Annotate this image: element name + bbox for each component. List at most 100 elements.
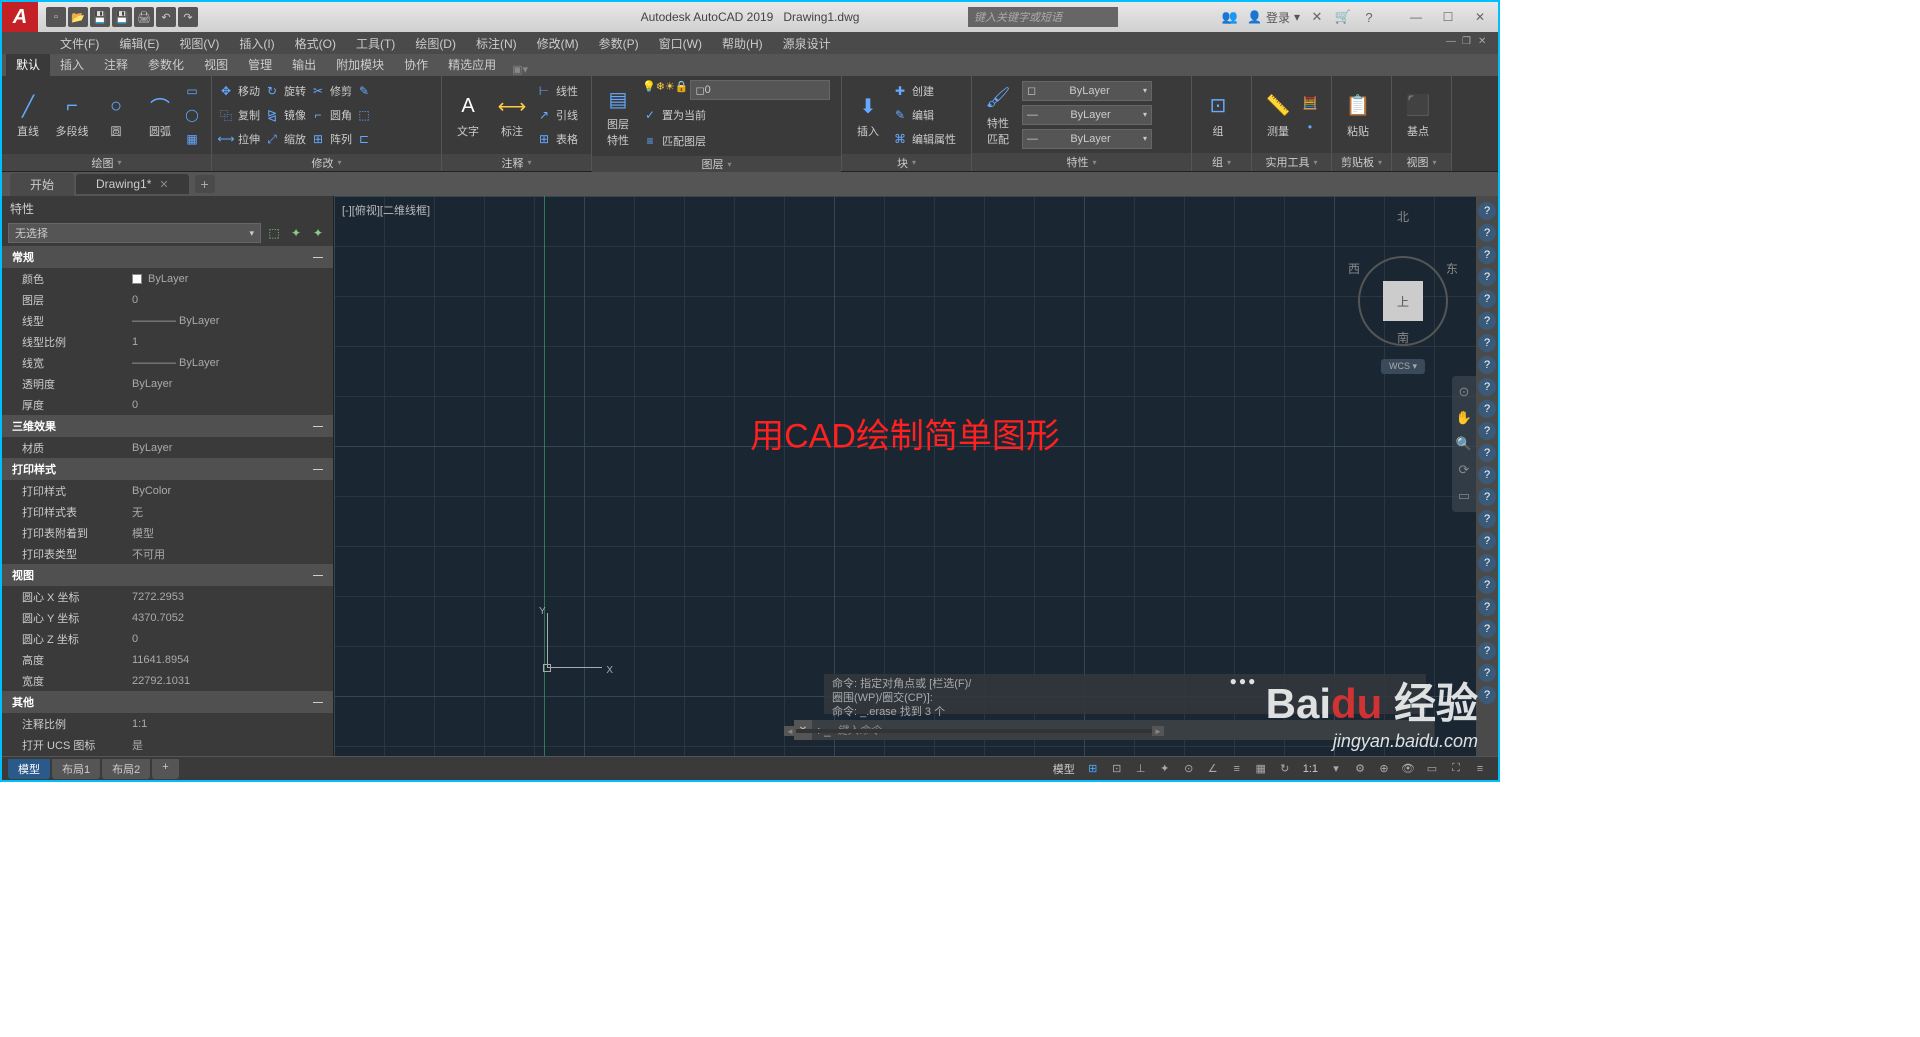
layout-tab-model[interactable]: 模型 [8, 759, 50, 779]
polar-toggle-icon[interactable]: ✦ [1155, 760, 1175, 778]
lineweight-dropdown[interactable]: — ByLayer [1022, 105, 1152, 125]
minimize-button[interactable]: — [1406, 9, 1426, 25]
help-bubble-icon[interactable]: ? [1478, 576, 1496, 594]
isolate-icon[interactable]: 👁 [1398, 760, 1418, 778]
viewcube-top[interactable]: 上 [1383, 281, 1423, 321]
linetype-button[interactable]: ⊢线性 [536, 80, 578, 102]
annotation-scale-icon[interactable]: ▾ [1326, 760, 1346, 778]
customize-icon[interactable]: ≡ [1470, 760, 1490, 778]
props-section-misc[interactable]: 其他 [2, 691, 333, 713]
help-bubble-icon[interactable]: ? [1478, 202, 1496, 220]
move-button[interactable]: ✥移动 [218, 80, 260, 102]
viewcube-north[interactable]: 北 [1397, 208, 1409, 225]
menu-yuanquan[interactable]: 源泉设计 [773, 33, 841, 54]
help-bubble-icon[interactable]: ? [1478, 356, 1496, 374]
leader-button[interactable]: ↗引线 [536, 104, 578, 126]
props-value[interactable]: 4370.7052 [132, 612, 323, 624]
array-button[interactable]: ⊞阵列 [310, 128, 352, 150]
ribbon-tab-featured[interactable]: 精选应用 [438, 53, 506, 76]
stretch-button[interactable]: ⟷拉伸 [218, 128, 260, 150]
hatch-button[interactable]: ▦ [184, 128, 200, 150]
help-bubble-icon[interactable]: ? [1478, 268, 1496, 286]
props-row[interactable]: 线宽———— ByLayer [2, 352, 333, 373]
fillet-button[interactable]: ⌐圆角 [310, 104, 352, 126]
props-row[interactable]: 打开 UCS 图标是 [2, 734, 333, 755]
props-value[interactable]: 1 [132, 336, 323, 348]
create-block-button[interactable]: ✚创建 [892, 80, 956, 102]
arc-button[interactable]: ⌒圆弧 [140, 91, 180, 139]
menu-draw[interactable]: 绘图(D) [405, 33, 466, 54]
help-bubble-icon[interactable]: ? [1478, 290, 1496, 308]
props-row[interactable]: 颜色ByLayer [2, 268, 333, 289]
props-row[interactable]: 线型比例1 [2, 331, 333, 352]
panel-label-modify[interactable]: 修改 [212, 154, 441, 171]
basepoint-button[interactable]: ⬛基点 [1398, 91, 1438, 139]
props-section-general[interactable]: 常规 [2, 246, 333, 268]
pan-icon[interactable]: ✋ [1454, 408, 1474, 428]
grid-toggle-icon[interactable]: ⊞ [1083, 760, 1103, 778]
add-tab-button[interactable]: + [195, 175, 215, 193]
qat-saveas-icon[interactable]: 💾 [112, 7, 132, 27]
snap-toggle-icon[interactable]: ⊡ [1107, 760, 1127, 778]
help-bubble-icon[interactable]: ? [1478, 686, 1496, 704]
ribbon-tab-addins[interactable]: 附加模块 [326, 53, 394, 76]
close-icon[interactable]: ✕ [159, 178, 168, 191]
group-button[interactable]: ⊡组 [1198, 91, 1238, 139]
transparency-icon[interactable]: ▦ [1251, 760, 1271, 778]
panel-label-group[interactable]: 组 [1192, 153, 1251, 171]
props-value[interactable]: ByLayer [132, 442, 323, 454]
help-bubble-icon[interactable]: ? [1478, 488, 1496, 506]
login-button[interactable]: 👤 登录 ▾ [1247, 9, 1300, 26]
help-bubble-icon[interactable]: ? [1478, 510, 1496, 528]
menu-dimension[interactable]: 标注(N) [466, 33, 527, 54]
props-value[interactable]: ByLayer [132, 273, 323, 285]
trim-button[interactable]: ✂修剪 [310, 80, 352, 102]
props-value[interactable]: 11641.8954 [132, 654, 323, 666]
ribbon-tab-view[interactable]: 视图 [194, 53, 238, 76]
viewcube-east[interactable]: 东 [1446, 260, 1458, 277]
layout-tab-2[interactable]: 布局2 [102, 759, 150, 779]
help-bubble-icon[interactable]: ? [1478, 422, 1496, 440]
insert-block-button[interactable]: ⬇插入 [848, 91, 888, 139]
wcs-badge[interactable]: WCS ▾ [1381, 359, 1425, 374]
showmotion-icon[interactable]: ▭ [1454, 486, 1474, 506]
props-row[interactable]: 圆心 Y 坐标4370.7052 [2, 607, 333, 628]
set-current-button[interactable]: ✓置为当前 [642, 104, 830, 126]
props-row[interactable]: 打印表类型不可用 [2, 543, 333, 564]
props-value[interactable]: 0 [132, 294, 323, 306]
help-icon[interactable]: ? [1360, 8, 1378, 26]
props-row[interactable]: 厚度0 [2, 394, 333, 415]
panel-label-annot[interactable]: 注释 [442, 154, 591, 171]
qat-redo-icon[interactable]: ↷ [178, 7, 198, 27]
layout-tab-add[interactable]: + [152, 759, 178, 779]
menu-file[interactable]: 文件(F) [50, 33, 109, 54]
qat-save-icon[interactable]: 💾 [90, 7, 110, 27]
clean-screen-icon[interactable]: ⛶ [1446, 760, 1466, 778]
panel-label-layer[interactable]: 图层 [592, 156, 841, 172]
help-bubble-icon[interactable]: ? [1478, 642, 1496, 660]
props-value[interactable]: 不可用 [132, 546, 323, 562]
menu-insert[interactable]: 插入(I) [229, 33, 284, 54]
match-layer-button[interactable]: ≡匹配图层 [642, 130, 830, 152]
maximize-button[interactable]: ☐ [1438, 9, 1458, 25]
props-value[interactable]: ByColor [132, 485, 323, 497]
props-section-fx3d[interactable]: 三维效果 [2, 415, 333, 437]
hardware-icon[interactable]: ▭ [1422, 760, 1442, 778]
layout-tab-1[interactable]: 布局1 [52, 759, 100, 779]
panel-label-clip[interactable]: 剪贴板 [1332, 153, 1391, 171]
cycling-icon[interactable]: ↻ [1275, 760, 1295, 778]
select-objects-icon[interactable]: ✦ [287, 224, 305, 242]
panel-label-util[interactable]: 实用工具 [1252, 153, 1331, 171]
doc-min-button[interactable]: — [1446, 36, 1460, 50]
props-row[interactable]: 打印样式ByColor [2, 480, 333, 501]
viewport-label[interactable]: [-][俯视][二维线框] [342, 202, 430, 218]
ribbon-tab-output[interactable]: 输出 [282, 53, 326, 76]
ribbon-tab-insert[interactable]: 插入 [50, 53, 94, 76]
props-row[interactable]: 圆心 X 坐标7272.2953 [2, 586, 333, 607]
paste-button[interactable]: 📋粘贴 [1338, 91, 1378, 139]
zoom-icon[interactable]: 🔍 [1454, 434, 1474, 454]
explode-button[interactable]: ⬚ [356, 104, 372, 126]
panel-label-draw[interactable]: 绘图 [2, 154, 211, 171]
lineweight-icon[interactable]: ≡ [1227, 760, 1247, 778]
layer-dropdown[interactable]: ◻ 0 [690, 80, 830, 100]
